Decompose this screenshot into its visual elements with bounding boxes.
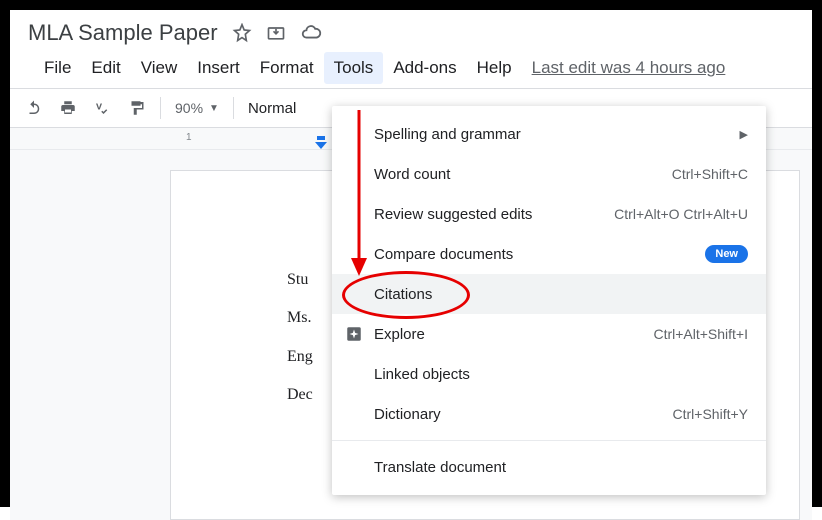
ruler-mark: 1 (186, 132, 192, 143)
menu-item-label: Explore (374, 326, 425, 343)
document-title[interactable]: MLA Sample Paper (28, 20, 218, 46)
menu-linked-objects[interactable]: Linked objects (332, 354, 766, 394)
new-badge: New (705, 245, 748, 263)
menu-item-label: Dictionary (374, 406, 441, 423)
menu-item-label: Linked objects (374, 366, 470, 383)
star-icon[interactable] (232, 23, 252, 43)
menu-review-edits[interactable]: Review suggested edits Ctrl+Alt+O Ctrl+A… (332, 194, 766, 234)
menu-explore[interactable]: Explore Ctrl+Alt+Shift+I (332, 314, 766, 354)
menu-tools[interactable]: Tools (324, 52, 384, 84)
tools-dropdown: Spelling and grammar ▶ Word count Ctrl+S… (332, 106, 766, 495)
menu-spelling-grammar[interactable]: Spelling and grammar ▶ (332, 114, 766, 154)
separator (160, 97, 161, 119)
cloud-icon[interactable] (300, 22, 322, 44)
menu-item-label: Word count (374, 166, 450, 183)
menu-citations[interactable]: Citations (332, 274, 766, 314)
menu-shortcut: Ctrl+Alt+O Ctrl+Alt+U (614, 206, 748, 222)
menu-view[interactable]: View (131, 52, 188, 84)
menu-item-label: Citations (374, 286, 432, 303)
menubar: File Edit View Insert Format Tools Add-o… (28, 46, 812, 84)
indent-marker-icon[interactable] (314, 136, 328, 155)
menu-shortcut: Ctrl+Shift+C (672, 166, 748, 182)
menu-compare-documents[interactable]: Compare documents New (332, 234, 766, 274)
submenu-arrow-icon: ▶ (740, 128, 748, 141)
menu-shortcut: Ctrl+Alt+Shift+I (653, 326, 748, 342)
paint-format-button[interactable] (120, 92, 152, 124)
menu-help[interactable]: Help (467, 52, 522, 84)
chevron-down-icon: ▼ (209, 103, 219, 114)
explore-icon (344, 324, 364, 344)
menu-separator (332, 440, 766, 441)
menu-dictionary[interactable]: Dictionary Ctrl+Shift+Y (332, 394, 766, 434)
menu-addons[interactable]: Add-ons (383, 52, 466, 84)
undo-button[interactable] (18, 92, 50, 124)
menu-shortcut: Ctrl+Shift+Y (673, 406, 748, 422)
menu-word-count[interactable]: Word count Ctrl+Shift+C (332, 154, 766, 194)
zoom-selector[interactable]: 90% ▼ (169, 100, 225, 116)
menu-item-label: Compare documents (374, 246, 513, 263)
menu-insert[interactable]: Insert (187, 52, 250, 84)
menu-translate[interactable]: Translate document (332, 447, 766, 487)
menu-format[interactable]: Format (250, 52, 324, 84)
separator (233, 97, 234, 119)
spellcheck-button[interactable] (86, 92, 118, 124)
print-button[interactable] (52, 92, 84, 124)
style-selector[interactable]: Normal (242, 100, 302, 117)
menu-edit[interactable]: Edit (81, 52, 130, 84)
menu-item-label: Spelling and grammar (374, 126, 521, 143)
last-edit-link[interactable]: Last edit was 4 hours ago (522, 52, 736, 84)
menu-file[interactable]: File (34, 52, 81, 84)
menu-item-label: Review suggested edits (374, 206, 532, 223)
style-value: Normal (248, 100, 296, 117)
menu-item-label: Translate document (374, 459, 506, 476)
move-icon[interactable] (266, 23, 286, 43)
zoom-value: 90% (175, 100, 203, 116)
